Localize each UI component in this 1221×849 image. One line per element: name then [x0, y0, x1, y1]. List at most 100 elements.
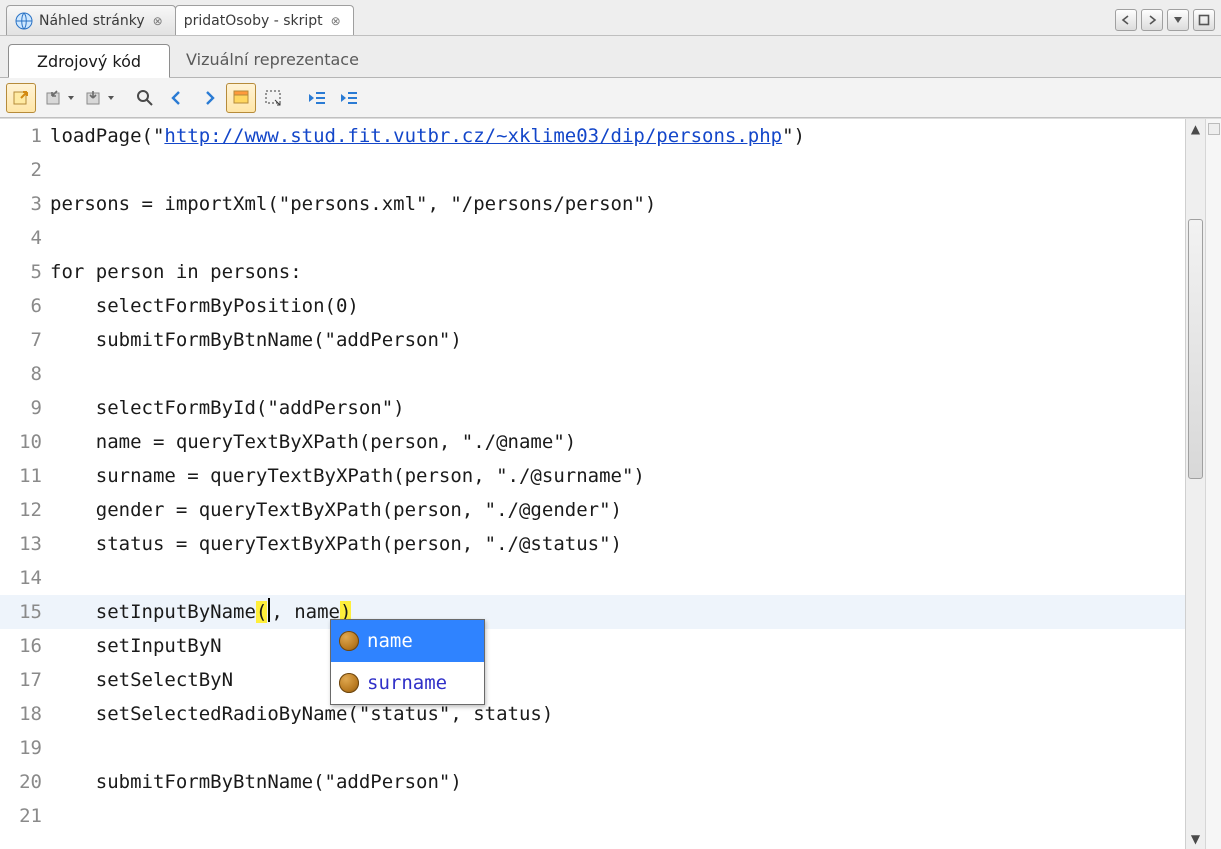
code-line[interactable]: 9 selectFormById("addPerson"): [0, 391, 1185, 425]
code-line[interactable]: 20 submitFormByBtnName("addPerson"): [0, 765, 1185, 799]
view-source-button[interactable]: Zdrojový kód: [8, 44, 170, 78]
code-line[interactable]: 12 gender = queryTextByXPath(person, "./…: [0, 493, 1185, 527]
code-text[interactable]: name = queryTextByXPath(person, "./@name…: [48, 425, 1185, 459]
code-text[interactable]: persons = importXml("persons.xml", "/per…: [48, 187, 1185, 221]
code-text[interactable]: [48, 221, 1185, 255]
code-text[interactable]: [48, 561, 1185, 595]
code-line[interactable]: 11 surname = queryTextByXPath(person, ".…: [0, 459, 1185, 493]
code-text[interactable]: submitFormByBtnName("addPerson"): [48, 323, 1185, 357]
line-number: 3: [0, 187, 48, 221]
variable-icon: [339, 673, 359, 693]
line-number: 21: [0, 799, 48, 833]
line-number: 17: [0, 663, 48, 697]
nav-back-icon[interactable]: [162, 83, 192, 113]
select-rect-icon[interactable]: [258, 83, 288, 113]
scroll-down-icon[interactable]: ▼: [1186, 829, 1205, 849]
code-line[interactable]: 15 setInputByName(, name): [0, 595, 1185, 629]
editor-area: 1loadPage("http://www.stud.fit.vutbr.cz/…: [0, 118, 1221, 849]
tab-label: pridatOsoby - skript: [184, 13, 323, 29]
url-link[interactable]: http://www.stud.fit.vutbr.cz/~xklime03/d…: [164, 125, 782, 147]
line-number: 15: [0, 595, 48, 629]
code-line[interactable]: 18 setSelectedRadioByName("status", stat…: [0, 697, 1185, 731]
tab-label: Náhled stránky: [39, 13, 145, 29]
scroll-right-button[interactable]: [1141, 9, 1163, 31]
code-line[interactable]: 2: [0, 153, 1185, 187]
line-number: 11: [0, 459, 48, 493]
indent-icon[interactable]: [334, 83, 364, 113]
autocomplete-item[interactable]: name: [331, 620, 484, 662]
tab-page-preview[interactable]: Náhled stránky ⊗: [6, 5, 176, 35]
code-text[interactable]: [48, 357, 1185, 391]
chevron-down-icon[interactable]: [106, 83, 116, 113]
code-line[interactable]: 3persons = importXml("persons.xml", "/pe…: [0, 187, 1185, 221]
code-text[interactable]: [48, 153, 1185, 187]
code-line[interactable]: 7 submitFormByBtnName("addPerson"): [0, 323, 1185, 357]
code-text[interactable]: setInputByName(, name): [48, 595, 1185, 629]
autocomplete-item[interactable]: surname: [331, 662, 484, 704]
code-line[interactable]: 1loadPage("http://www.stud.fit.vutbr.cz/…: [0, 119, 1185, 153]
view-source-label: Zdrojový kód: [37, 52, 141, 71]
chevron-down-icon[interactable]: [66, 83, 76, 113]
close-icon[interactable]: ⊗: [151, 14, 165, 28]
code-line[interactable]: 4: [0, 221, 1185, 255]
variable-icon: [339, 631, 359, 651]
close-icon[interactable]: ⊗: [329, 14, 343, 28]
code-text[interactable]: surname = queryTextByXPath(person, "./@s…: [48, 459, 1185, 493]
line-number: 7: [0, 323, 48, 357]
scrollbar-thumb[interactable]: [1188, 219, 1203, 479]
code-text[interactable]: [48, 799, 1185, 833]
code-text[interactable]: submitFormByBtnName("addPerson"): [48, 765, 1185, 799]
export-icon[interactable]: [6, 83, 36, 113]
vertical-scrollbar[interactable]: ▲ ▼: [1185, 119, 1205, 849]
line-number: 1: [0, 119, 48, 153]
view-visual-button[interactable]: Vizuální reprezentace: [180, 50, 365, 77]
nav-forward-icon[interactable]: [194, 83, 224, 113]
line-number: 2: [0, 153, 48, 187]
line-number: 6: [0, 289, 48, 323]
outdent-icon[interactable]: [302, 83, 332, 113]
code-text[interactable]: for person in persons:: [48, 255, 1185, 289]
line-number: 4: [0, 221, 48, 255]
line-number: 16: [0, 629, 48, 663]
code-text[interactable]: gender = queryTextByXPath(person, "./@ge…: [48, 493, 1185, 527]
line-number: 13: [0, 527, 48, 561]
code-line[interactable]: 5for person in persons:: [0, 255, 1185, 289]
import-icon[interactable]: [38, 83, 68, 113]
find-icon[interactable]: [130, 83, 160, 113]
view-visual-label: Vizuální reprezentace: [186, 50, 359, 69]
code-line[interactable]: 19: [0, 731, 1185, 765]
scroll-left-button[interactable]: [1115, 9, 1137, 31]
editor-tab-strip: Náhled stránky ⊗ pridatOsoby - skript ⊗: [0, 0, 1221, 36]
download-icon[interactable]: [78, 83, 108, 113]
tab-list-button[interactable]: [1167, 9, 1189, 31]
code-text[interactable]: setSelectByN ", gender): [48, 663, 1185, 697]
scrollbar-track[interactable]: [1186, 139, 1205, 829]
scroll-up-icon[interactable]: ▲: [1186, 119, 1205, 139]
code-text[interactable]: setInputByN ", surname): [48, 629, 1185, 663]
code-text[interactable]: loadPage("http://www.stud.fit.vutbr.cz/~…: [48, 119, 1185, 153]
code-line[interactable]: 6 selectFormByPosition(0): [0, 289, 1185, 323]
maximize-button[interactable]: [1193, 9, 1215, 31]
code-text[interactable]: status = queryTextByXPath(person, "./@st…: [48, 527, 1185, 561]
error-stripe: ↔: [1205, 119, 1221, 849]
highlight-icon[interactable]: [226, 83, 256, 113]
code-line[interactable]: 10 name = queryTextByXPath(person, "./@n…: [0, 425, 1185, 459]
code-editor[interactable]: 1loadPage("http://www.stud.fit.vutbr.cz/…: [0, 119, 1185, 849]
window-controls: [1115, 9, 1215, 35]
line-number: 14: [0, 561, 48, 595]
code-line[interactable]: 21: [0, 799, 1185, 833]
code-line[interactable]: 16 setInputByN ", surname): [0, 629, 1185, 663]
line-number: 18: [0, 697, 48, 731]
code-line[interactable]: 17 setSelectByN ", gender): [0, 663, 1185, 697]
code-line[interactable]: 13 status = queryTextByXPath(person, "./…: [0, 527, 1185, 561]
editor-tabs: Náhled stránky ⊗ pridatOsoby - skript ⊗: [6, 5, 1115, 35]
code-text[interactable]: selectFormById("addPerson"): [48, 391, 1185, 425]
code-text[interactable]: selectFormByPosition(0): [48, 289, 1185, 323]
code-line[interactable]: 14: [0, 561, 1185, 595]
code-line[interactable]: 8: [0, 357, 1185, 391]
tab-script[interactable]: pridatOsoby - skript ⊗: [175, 5, 354, 35]
code-text[interactable]: [48, 731, 1185, 765]
line-number: 9: [0, 391, 48, 425]
line-number: 20: [0, 765, 48, 799]
code-text[interactable]: setSelectedRadioByName("status", status): [48, 697, 1185, 731]
